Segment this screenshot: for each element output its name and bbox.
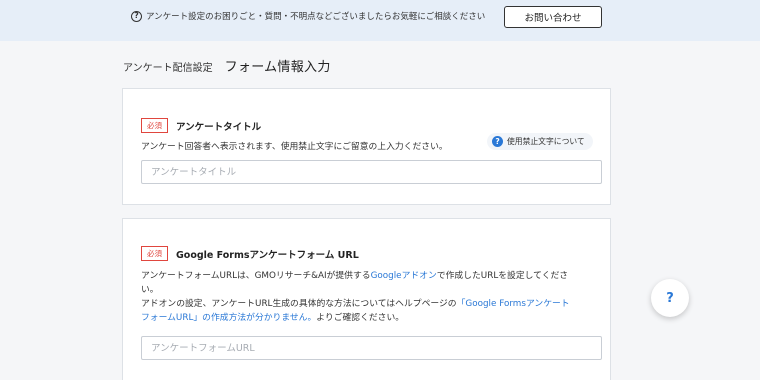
page-title: フォーム情報入力 [224,60,331,75]
help-banner: ? アンケート設定のお困りごと・質問・不明点などございましたらお気軽にご相談くだ… [0,0,760,41]
breadcrumb: アンケート配信設定 フォーム情報入力 [123,56,331,75]
desc-text: アドオンの設定、アンケートURL生成の具体的な方法についてはヘルプページの [141,299,457,309]
form-url-description: アンケートフォームURLは、GMOリサーチ&AIが提供するGoogleアドオンで… [141,269,603,325]
help-icon: ? [666,290,674,306]
help-text: アンケート設定のお困りごと・質問・不明点などございましたらお気軽にご相談ください [146,12,486,22]
survey-title-input[interactable] [141,160,602,184]
help-fab-button[interactable]: ? [651,279,689,317]
survey-title-header: 必須 アンケートタイトル [141,118,261,133]
survey-title-label: アンケートタイトル [176,121,262,133]
forbidden-chars-link[interactable]: ? 使用禁止文字について [487,133,593,150]
required-badge: 必須 [141,118,168,133]
contact-button[interactable]: お問い合わせ [504,6,602,28]
required-badge: 必須 [141,246,168,261]
survey-title-card: 必須 アンケートタイトル アンケート回答者へ表示されます、使用禁止文字にご留意の… [122,88,611,205]
help-message: ? アンケート設定のお困りごと・質問・不明点などございましたらお気軽にご相談くだ… [131,10,485,22]
breadcrumb-parent: アンケート配信設定 [123,63,213,74]
desc-text: で作成したURLを設定してくださ [436,271,569,281]
form-url-header: 必須 Google Formsアンケートフォーム URL [141,246,359,261]
google-addon-link[interactable]: Googleアドオン [371,271,437,281]
forbidden-chars-label: 使用禁止文字について [507,137,585,146]
question-filled-icon: ? [492,136,503,147]
form-url-input[interactable] [141,336,602,360]
form-url-label: Google Formsアンケートフォーム URL [176,249,359,261]
help-page-link-continued[interactable]: フォームURL」の作成方法が分かりません。 [141,313,316,323]
form-url-card: 必須 Google Formsアンケートフォーム URL アンケートフォームUR… [122,218,611,380]
desc-text: アンケートフォームURLは、GMOリサーチ&AIが提供する [141,271,371,281]
question-circle-icon: ? [131,10,142,22]
survey-title-description: アンケート回答者へ表示されます、使用禁止文字にご留意の上入力ください。 [141,142,448,152]
help-page-link[interactable]: 「Google Formsアンケート [457,299,570,309]
desc-text: い。 [141,285,159,295]
desc-text: よりご確認ください。 [316,313,405,323]
